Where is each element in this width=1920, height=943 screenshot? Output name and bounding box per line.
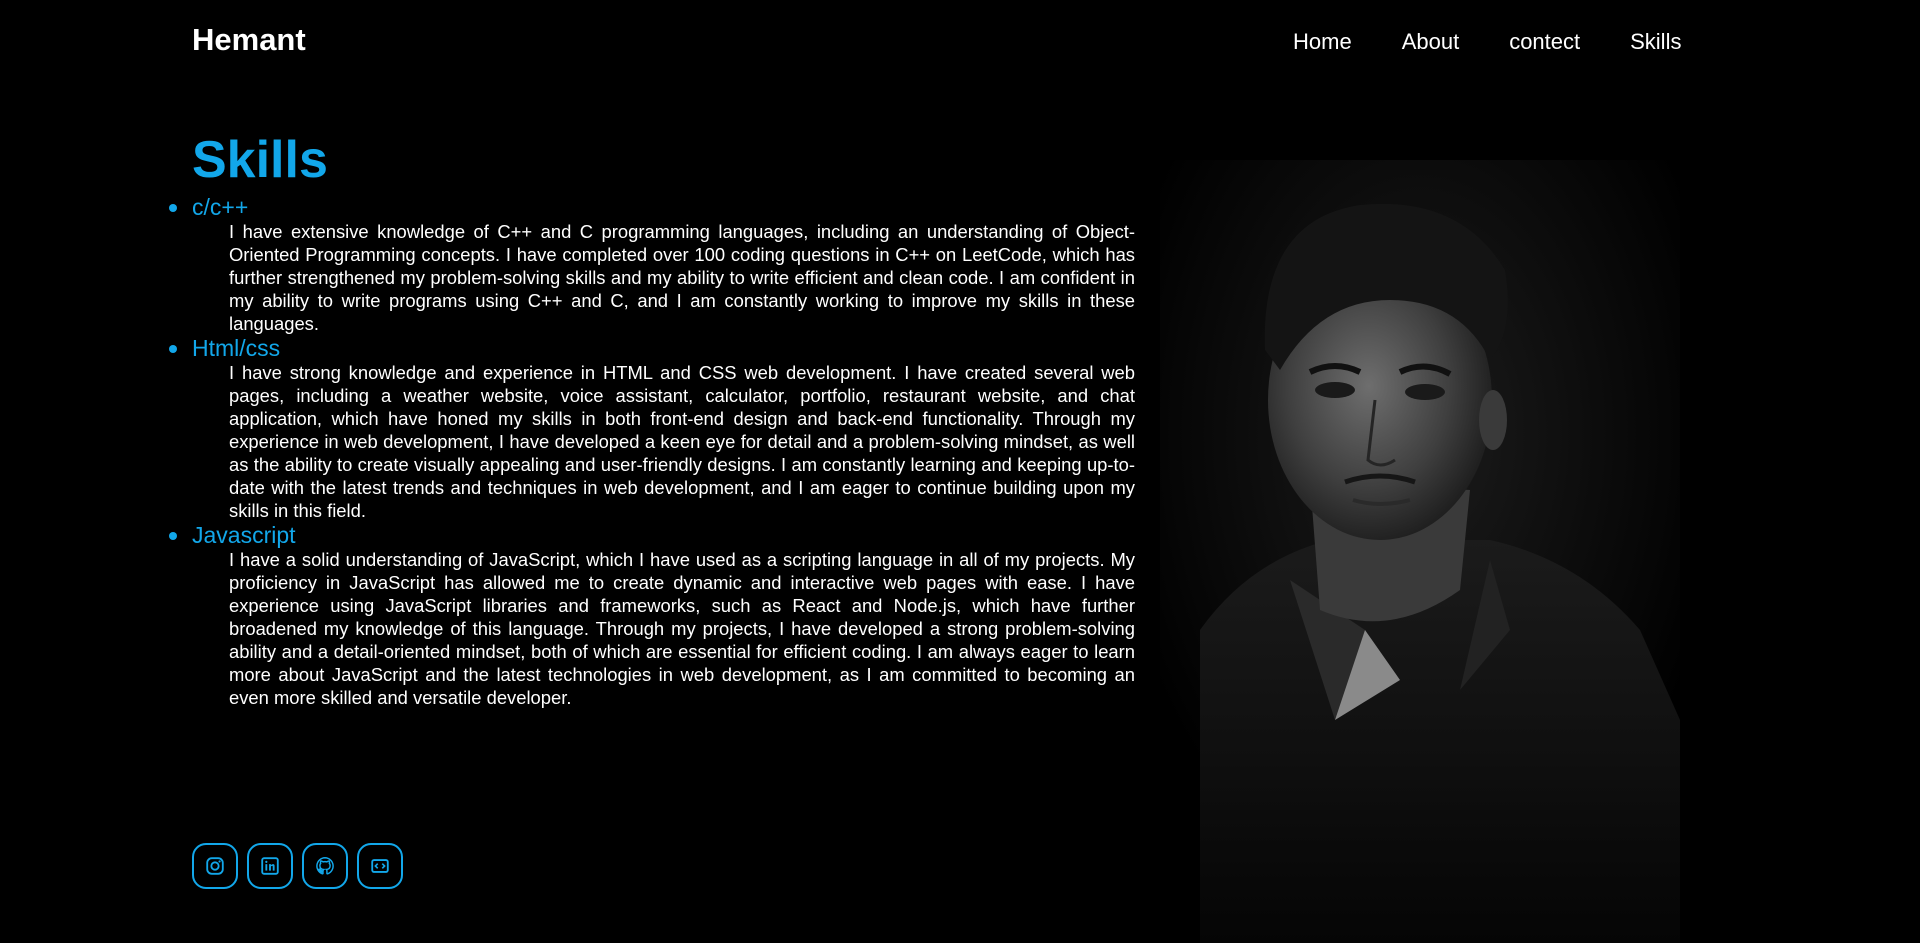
skill-item-cpp: c/c++ I have extensive knowledge of C++ … xyxy=(169,194,1135,335)
linkedin-icon xyxy=(261,857,279,875)
skills-title: Skills xyxy=(192,131,328,189)
skill-description: I have extensive knowledge of C++ and C … xyxy=(229,221,1135,334)
instagram-icon xyxy=(206,857,224,875)
profile-portrait xyxy=(1160,160,1680,943)
brand-logo[interactable]: Hemant xyxy=(192,22,306,58)
portrait-image xyxy=(1160,160,1680,943)
code-icon xyxy=(371,859,389,873)
page: Hemant Home About contect Skills Skills … xyxy=(0,0,1920,943)
skill-name: Html/css xyxy=(192,335,281,361)
linkedin-button[interactable] xyxy=(247,843,293,889)
github-icon xyxy=(316,857,334,875)
bullet-icon xyxy=(169,532,177,540)
bullet-icon xyxy=(169,204,177,212)
skill-item-javascript: Javascript I have a solid understanding … xyxy=(169,522,1135,709)
nav-skills[interactable]: Skills xyxy=(1630,29,1681,55)
instagram-button[interactable] xyxy=(192,843,238,889)
nav-about[interactable]: About xyxy=(1402,29,1460,55)
main-nav: Home About contect Skills xyxy=(1293,29,1681,55)
skill-description: I have strong knowledge and experience i… xyxy=(229,362,1135,521)
nav-home[interactable]: Home xyxy=(1293,29,1352,55)
skills-list: c/c++ I have extensive knowledge of C++ … xyxy=(169,194,1135,709)
skill-item-html-css: Html/css I have strong knowledge and exp… xyxy=(169,335,1135,522)
github-button[interactable] xyxy=(302,843,348,889)
skill-name: Javascript xyxy=(192,522,296,548)
bullet-icon xyxy=(169,345,177,353)
code-button[interactable] xyxy=(357,843,403,889)
social-links xyxy=(192,843,403,889)
skill-description: I have a solid understanding of JavaScri… xyxy=(229,549,1135,708)
skill-name: c/c++ xyxy=(192,194,249,220)
nav-contact[interactable]: contect xyxy=(1509,29,1580,55)
